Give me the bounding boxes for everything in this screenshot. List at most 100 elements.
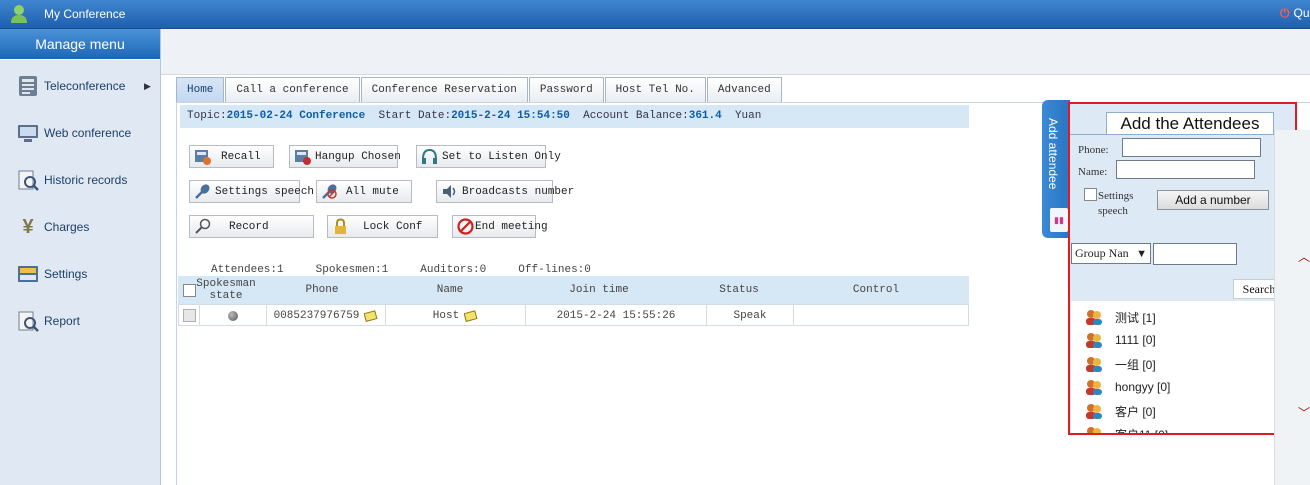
settings-speech-checkbox-label: Settings speech (1098, 190, 1134, 217)
group-name: 1111 [0] (1115, 333, 1156, 347)
settings-speech-button[interactable]: Settings speech (189, 180, 314, 203)
tab-advanced[interactable]: Advanced (706, 77, 782, 102)
edit-name-icon[interactable] (464, 309, 478, 322)
tab-home[interactable]: Home (176, 77, 225, 103)
edit-phone-icon[interactable] (364, 309, 378, 322)
settings-speech-label: Settings speech (215, 185, 315, 198)
group-item[interactable]: 1111 [0] (1085, 331, 1156, 349)
quit-label: Qu (1293, 6, 1310, 20)
record-label: Record (229, 220, 269, 233)
scroll-down-icon[interactable]: ﹀ (1298, 404, 1310, 421)
computer-icon (16, 121, 40, 145)
group-users-icon (1085, 379, 1103, 395)
quit-button[interactable]: ⏻ Qu (1280, 6, 1310, 21)
add-attendee-tab-label: Add attendee (1046, 118, 1060, 190)
name-label: Name: (1078, 166, 1108, 178)
topic-label: Topic: (187, 110, 227, 122)
join-time-cell: 2015-2-24 15:55:26 (526, 305, 707, 326)
all-mute-button[interactable]: All mute (316, 180, 412, 203)
group-name: 客户11 [0] (1115, 427, 1169, 435)
group-name: hongyy [0] (1115, 380, 1171, 394)
report-icon (16, 309, 40, 333)
row-checkbox[interactable] (182, 309, 196, 322)
phone-input[interactable] (1122, 138, 1261, 157)
auditors-count: Auditors:0 (420, 264, 487, 276)
sidebar-item-label: Teleconference (44, 79, 126, 93)
lock-icon (332, 218, 349, 235)
sidebar-item-settings[interactable]: Settings (0, 256, 160, 292)
app-title: My Conference (44, 7, 126, 21)
listen-only-button[interactable]: Set to Listen Only (416, 145, 561, 168)
group-name: 客户 [0] (1115, 404, 1156, 419)
group-search-input[interactable] (1153, 243, 1237, 265)
table-header: Spokesman state Phone Name Join time Sta… (178, 276, 969, 304)
tab-conference-reservation[interactable]: Conference Reservation (360, 77, 528, 102)
scroll-up-icon[interactable]: ︿ (1298, 248, 1310, 265)
header-name: Name (436, 284, 464, 296)
sidebar-item-label: Report (44, 314, 81, 328)
group-select[interactable]: Group Nan ▼ (1071, 243, 1151, 264)
end-meeting-button[interactable]: End meeting (452, 215, 548, 238)
group-item[interactable]: 测试 [1] (1085, 308, 1156, 326)
sidebar-item-label: Historic records (44, 173, 128, 187)
sidebar-heading: Manage menu (0, 29, 160, 60)
start-date-value: 2015-2-24 15:54:50 (451, 110, 570, 122)
top-bar: My Conference ⏻ Qu (0, 0, 1310, 29)
tab-bar: Home Call a conference Conference Reserv… (176, 77, 783, 103)
group-item[interactable]: hongyy [0] (1085, 378, 1170, 396)
sidebar-item-teleconference[interactable]: Teleconference ▶ (0, 68, 160, 104)
status-cell: Speak (707, 305, 794, 326)
group-name: 测试 [1] (1115, 310, 1156, 325)
tab-host-tel-no[interactable]: Host Tel No. (604, 77, 706, 102)
mute-microphone-icon (321, 183, 338, 200)
recall-button[interactable]: Recall (189, 145, 274, 168)
sidebar-item-charges[interactable]: ¥ Charges (0, 209, 160, 245)
record-button[interactable]: Record (189, 215, 314, 238)
collapse-panel-icon[interactable]: ▮▮ (1050, 208, 1068, 232)
tab-password[interactable]: Password (528, 77, 604, 102)
spokesman-state-icon (228, 310, 238, 321)
spokesmen-count: Spokesmen:1 (315, 264, 389, 276)
group-users-icon (1085, 356, 1103, 372)
add-attendees-panel: Add the Attendees Phone: Name: Settings … (1068, 102, 1297, 435)
group-item[interactable]: 客户11 [0] (1085, 425, 1169, 435)
settings-speech-checkbox[interactable] (1084, 188, 1097, 201)
add-attendee-tab[interactable]: Add attendee ▮▮ (1042, 100, 1070, 238)
headphones-icon (421, 148, 438, 165)
sidebar-item-web-conference[interactable]: Web conference (0, 115, 160, 151)
magnifier-document-icon (16, 168, 40, 192)
group-item[interactable]: 一组 [0] (1085, 355, 1156, 373)
control-cell (794, 305, 968, 326)
select-all-checkbox[interactable] (182, 283, 196, 297)
broadcasts-number-button[interactable]: Broadcasts number (436, 180, 574, 203)
name-cell: Host (432, 309, 460, 322)
user-icon (11, 5, 27, 23)
tab-call-a-conference[interactable]: Call a conference (225, 77, 360, 102)
add-number-button[interactable]: Add a number (1157, 190, 1269, 210)
lock-conf-button[interactable]: Lock Conf (327, 215, 438, 238)
sidebar-item-label: Settings (44, 267, 88, 281)
settings-icon (16, 262, 40, 286)
sidebar-item-report[interactable]: Report (0, 303, 160, 339)
header-join-time: Join time (569, 284, 629, 296)
header-spokesman-state: Spokesman state (196, 278, 256, 302)
hangup-label: Hangup Chosen (315, 150, 401, 163)
hangup-chosen-button[interactable]: Hangup Chosen (289, 145, 401, 168)
record-icon (194, 218, 211, 235)
topic-value: 2015-02-24 Conference (226, 110, 366, 122)
attendees-count: Attendees:1 (211, 264, 284, 276)
name-input[interactable] (1116, 160, 1255, 179)
right-scroll-strip: ︿ ﹀ (1274, 130, 1310, 485)
group-item[interactable]: 客户 [0] (1085, 402, 1156, 420)
panel-title: Add the Attendees (1106, 112, 1274, 134)
group-users-icon (1085, 403, 1103, 419)
header-status: Status (719, 284, 759, 296)
lock-conf-label: Lock Conf (363, 220, 423, 233)
top-band (161, 29, 1310, 75)
chevron-down-icon: ▼ (1136, 248, 1147, 260)
group-select-value: Group Nan (1075, 246, 1129, 260)
sidebar-item-historic-records[interactable]: Historic records (0, 162, 160, 198)
broadcasts-number-label: Broadcasts number (462, 185, 575, 198)
participant-counts: Attendees:1 Spokesmen:1 Auditors:0 Off-line… (211, 264, 623, 276)
header-control: Control (852, 284, 900, 296)
